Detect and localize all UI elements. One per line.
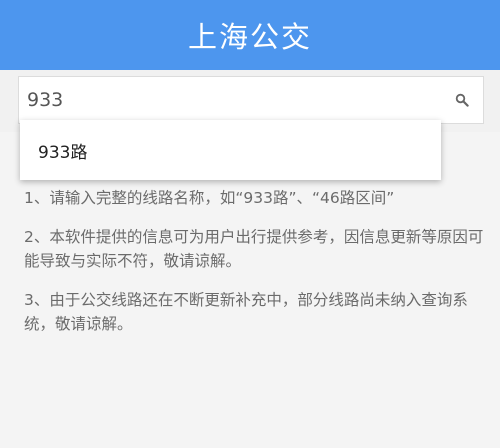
search-button[interactable] xyxy=(449,87,475,113)
note-1: 1、请输入完整的线路名称，如“933路”、“46路区间” xyxy=(24,189,395,207)
note-3: 3、由于公交线路还在不断更新补充中，部分线路尚未纳入查询系统，敬请谅解。 xyxy=(24,291,468,333)
note-2: 2、本软件提供的信息可为用户出行提供参考，因信息更新等原因可能导致与实际不符，敬… xyxy=(24,228,484,270)
search-box[interactable] xyxy=(18,76,484,124)
app-header: 上海公交 xyxy=(0,0,500,70)
suggestion-item[interactable]: 933路 xyxy=(20,120,441,180)
suggestion-dropdown: 933路 xyxy=(20,120,441,180)
instructions: 1、请输入完整的线路名称，如“933路”、“46路区间” 2、本软件提供的信息可… xyxy=(24,186,484,351)
search-input[interactable] xyxy=(27,77,427,123)
app-title: 上海公交 xyxy=(187,20,312,54)
search-icon xyxy=(455,93,469,107)
